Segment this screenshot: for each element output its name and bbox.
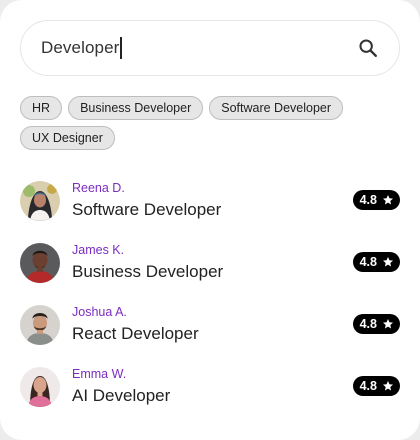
person-name: James K. bbox=[72, 243, 125, 257]
search-input[interactable]: Developer bbox=[41, 37, 122, 59]
star-icon bbox=[383, 319, 393, 329]
list-item[interactable]: Reena D. Software Developer 4.8 bbox=[20, 170, 400, 232]
list-item[interactable]: Emma W. AI Developer 4.8 bbox=[20, 356, 400, 418]
avatar bbox=[20, 305, 60, 345]
rating-value: 4.8 bbox=[359, 317, 377, 331]
star-icon bbox=[383, 195, 393, 205]
rating-value: 4.8 bbox=[359, 379, 377, 393]
rating-value: 4.8 bbox=[359, 193, 377, 207]
search-button[interactable] bbox=[355, 35, 381, 61]
chip-business-developer[interactable]: Business Developer bbox=[68, 96, 204, 120]
star-icon bbox=[383, 381, 393, 391]
person-name: Reena D. bbox=[72, 181, 125, 195]
avatar bbox=[20, 181, 60, 221]
list-item[interactable]: James K. Business Developer 4.8 bbox=[20, 232, 400, 294]
chip-ux-designer[interactable]: UX Designer bbox=[20, 126, 115, 150]
results-list: Reena D. Software Developer 4.8 James K.… bbox=[20, 170, 400, 418]
list-item[interactable]: Joshua A. React Developer 4.8 bbox=[20, 294, 400, 356]
filter-chips: HR Business Developer Software Developer… bbox=[20, 96, 380, 150]
search-bar[interactable]: Developer bbox=[20, 20, 400, 76]
person-name: Emma W. bbox=[72, 367, 127, 381]
star-icon bbox=[383, 257, 393, 267]
avatar bbox=[20, 243, 60, 283]
text-caret bbox=[120, 37, 122, 59]
chip-software-developer[interactable]: Software Developer bbox=[209, 96, 344, 120]
rating-badge[interactable]: 4.8 bbox=[352, 314, 400, 334]
person-role: React Developer bbox=[72, 324, 199, 343]
rating-badge[interactable]: 4.8 bbox=[352, 376, 400, 396]
search-results-card: Developer HR Business Developer Software… bbox=[0, 0, 420, 440]
search-icon bbox=[359, 39, 377, 57]
rating-value: 4.8 bbox=[359, 255, 377, 269]
person-name: Joshua A. bbox=[72, 305, 127, 319]
avatar bbox=[20, 367, 60, 407]
person-role: Business Developer bbox=[72, 262, 224, 281]
search-input-value: Developer bbox=[41, 38, 120, 57]
rating-badge[interactable]: 4.8 bbox=[352, 190, 400, 210]
person-role: Software Developer bbox=[72, 200, 222, 219]
rating-badge[interactable]: 4.8 bbox=[352, 252, 400, 272]
chip-hr[interactable]: HR bbox=[20, 96, 63, 120]
person-role: AI Developer bbox=[72, 386, 171, 405]
